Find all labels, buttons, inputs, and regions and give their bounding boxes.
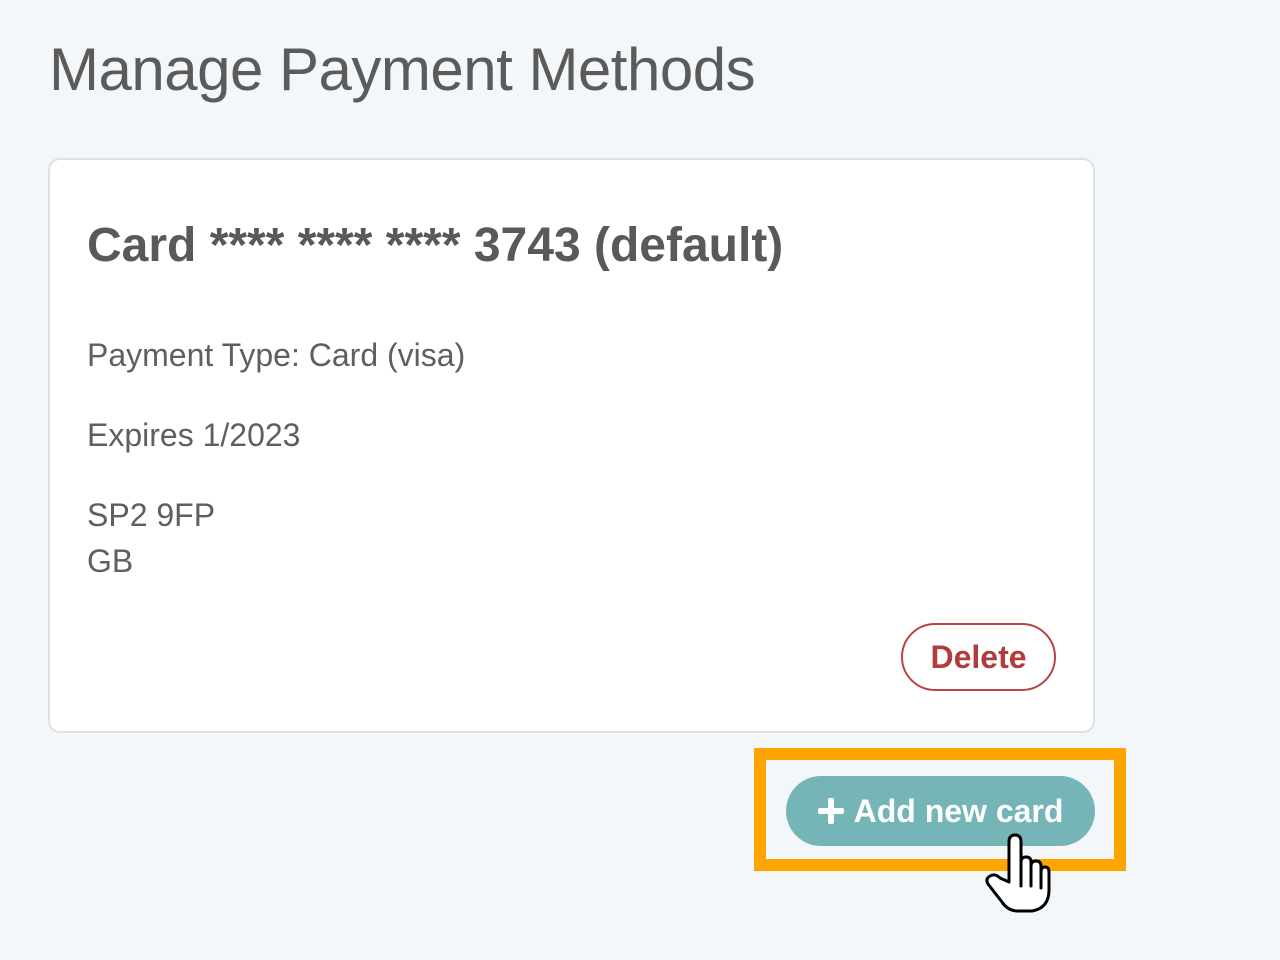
expiry-text: Expires 1/2023 <box>87 417 301 453</box>
card-title: Card **** **** **** 3743 (default) <box>87 219 784 272</box>
postcode-text: SP2 9FP <box>87 497 216 533</box>
page-title: Manage Payment Methods <box>49 36 756 103</box>
delete-button[interactable]: Delete <box>901 623 1056 691</box>
country-text: GB <box>87 543 134 579</box>
payment-type-text: Payment Type: Card (visa) <box>87 337 466 373</box>
add-new-card-label: Add new card <box>853 792 1064 829</box>
hand-pointer-icon <box>985 833 1051 913</box>
plus-icon <box>817 798 844 824</box>
payment-method-card: Card **** **** **** 3743 (default) Payme… <box>48 158 1095 733</box>
